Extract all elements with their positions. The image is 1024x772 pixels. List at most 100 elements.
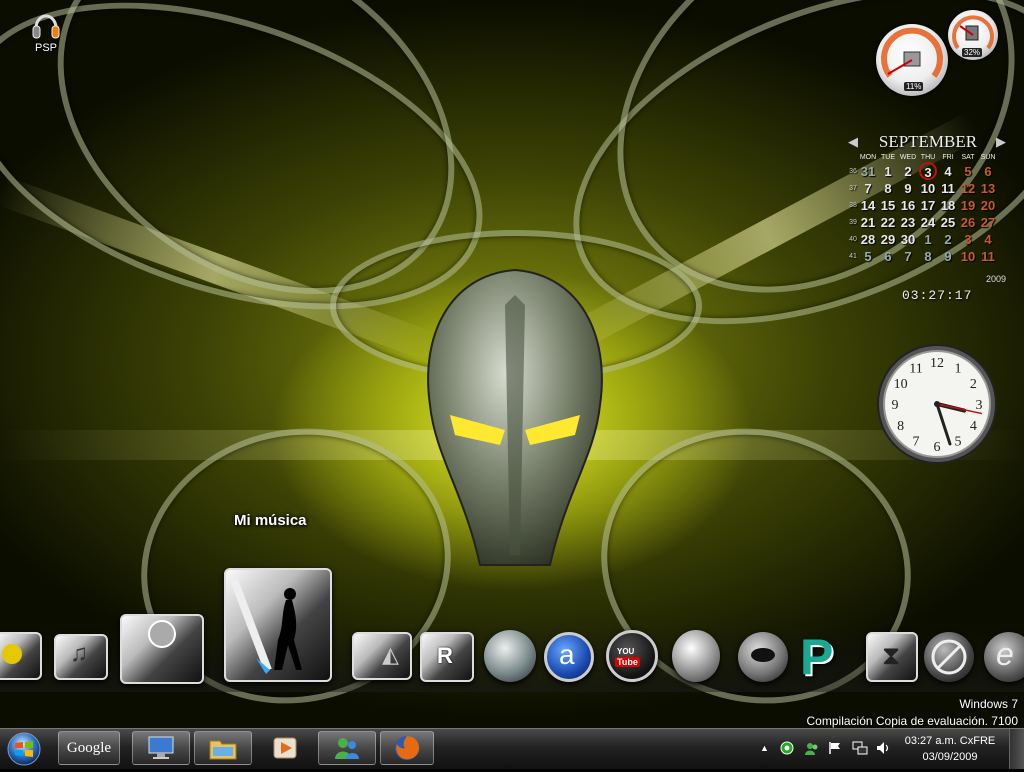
ram-percent: 32% — [962, 48, 983, 57]
calendar-day-today[interactable]: 3 — [918, 162, 938, 180]
weekday-label: TUE — [881, 154, 895, 161]
document-icon[interactable]: ◭ — [352, 632, 412, 680]
calendar-day[interactable]: 29 — [878, 231, 898, 248]
calendar-day[interactable]: 9 — [938, 248, 958, 265]
network-icon[interactable] — [852, 741, 868, 758]
calendar-day[interactable]: 5 — [858, 248, 878, 265]
ram-gauge: 32% — [948, 10, 998, 60]
show-desktop-button[interactable] — [1009, 729, 1024, 769]
weekday-label: SAT — [961, 154, 975, 161]
dock-hover-label: Mi música — [234, 512, 307, 529]
my-music-icon[interactable] — [224, 568, 332, 682]
calendar-day[interactable]: 19 — [958, 197, 978, 214]
calendar-day[interactable]: 1 — [878, 163, 898, 180]
firefox-icon — [381, 732, 433, 764]
calendar-day[interactable]: 2 — [898, 163, 918, 180]
calendar-day[interactable]: 12 — [958, 180, 978, 197]
app-tile-icon[interactable] — [0, 632, 42, 680]
calendar-day[interactable]: 8 — [918, 248, 938, 265]
music-note-icon[interactable]: ♫ — [54, 634, 108, 680]
clock-numeral: 9 — [892, 398, 899, 413]
week-number: 36 — [849, 168, 857, 175]
calendar-day[interactable]: 17 — [918, 197, 938, 214]
calendar-day[interactable]: 21 — [858, 214, 878, 231]
calendar-day[interactable]: 11 — [938, 180, 958, 197]
calendar-day[interactable]: 9 — [898, 180, 918, 197]
calendar-gadget[interactable]: ◀ SEPTEMBER ▶ MON TUE WED THU FRI SAT SU… — [846, 130, 1016, 303]
calendar-day[interactable]: 7 — [858, 180, 878, 197]
a-circle-icon[interactable]: a — [544, 632, 594, 682]
calendar-day[interactable]: 6 — [978, 163, 998, 180]
cpu-meter-gadget[interactable]: 11% 32% — [872, 10, 1002, 102]
calendar-day[interactable]: 28 — [858, 231, 878, 248]
r-logo-icon[interactable]: R — [420, 632, 474, 682]
calendar-day[interactable]: 2 — [938, 231, 958, 248]
ie-browser-icon[interactable]: e — [984, 632, 1024, 682]
calendar-day[interactable]: 23 — [898, 214, 918, 231]
hourglass-icon[interactable]: ⧗ — [866, 632, 918, 682]
next-month-arrow-icon[interactable]: ▶ — [996, 134, 1006, 150]
remote-desktop-button[interactable] — [132, 731, 190, 765]
media-player-button[interactable] — [256, 731, 314, 765]
globe-network-icon[interactable] — [484, 630, 536, 682]
explorer-button[interactable] — [194, 731, 252, 765]
calendar-day[interactable]: 30 — [898, 231, 918, 248]
calendar-day[interactable]: 4 — [938, 163, 958, 180]
headphones-icon — [31, 8, 61, 42]
circle-app-icon[interactable] — [780, 741, 794, 758]
calendar-day[interactable]: 26 — [958, 214, 978, 231]
clock-numeral: 11 — [909, 362, 922, 377]
calendar-day[interactable]: 7 — [898, 248, 918, 265]
weekday-label: MON — [859, 154, 877, 161]
calendar-day[interactable]: 5 — [958, 163, 978, 180]
explorer-folder-icon — [195, 732, 251, 764]
cpu-needle — [887, 59, 913, 75]
clock-numeral: 8 — [897, 419, 904, 434]
action-center-flag-icon[interactable] — [828, 741, 842, 758]
week-number: 38 — [849, 202, 857, 209]
calendar-day[interactable]: 27 — [978, 214, 998, 231]
calendar-day[interactable]: 22 — [878, 214, 898, 231]
week-number: 41 — [849, 253, 857, 260]
taskbar-date: 03/09/2009 — [922, 751, 978, 763]
analog-clock-gadget[interactable]: 12 1 2 3 4 5 6 7 8 9 10 11 — [876, 343, 998, 465]
clock-numeral: 5 — [955, 434, 962, 449]
swirl-icon[interactable] — [672, 630, 720, 682]
build-watermark: Windows 7 Compilación Copia de evaluació… — [807, 696, 1018, 730]
taskbar-clock[interactable]: 03:27 a.m. CxFRE 03/09/2009 — [900, 733, 1000, 765]
messenger-tray-icon[interactable] — [804, 741, 820, 758]
desktop-icon-psp[interactable]: PSP — [24, 8, 68, 54]
calendar-day[interactable]: 4 — [978, 231, 998, 248]
calendar-day[interactable]: 10 — [918, 180, 938, 197]
show-hidden-icon[interactable]: ▲ — [760, 743, 769, 753]
google-button[interactable]: Google — [58, 731, 120, 765]
calendar-day[interactable]: 11 — [978, 248, 998, 265]
biomech-mask-artwork — [427, 268, 603, 566]
calendar-day[interactable]: 6 — [878, 248, 898, 265]
calendar-day[interactable]: 20 — [978, 197, 998, 214]
calendar-day[interactable]: 31 — [858, 163, 878, 180]
calendar-day[interactable]: 15 — [878, 197, 898, 214]
clock-numeral: 1 — [955, 362, 962, 377]
calendar-day[interactable]: 13 — [978, 180, 998, 197]
calendar-day[interactable]: 10 — [958, 248, 978, 265]
volume-icon[interactable] — [876, 741, 892, 758]
messenger-button[interactable] — [318, 731, 376, 765]
start-button[interactable] — [4, 731, 44, 767]
no-sign-icon[interactable] — [924, 632, 974, 682]
windows-live-messenger-icon — [319, 732, 375, 764]
clock-numeral: 6 — [934, 440, 941, 455]
alien-icon[interactable] — [738, 632, 788, 682]
firefox-button[interactable] — [380, 731, 434, 765]
calendar-day[interactable]: 3 — [958, 231, 978, 248]
p-logo-icon[interactable]: P — [800, 632, 856, 682]
user-folder-icon[interactable] — [120, 614, 204, 684]
calendar-day[interactable]: 18 — [938, 197, 958, 214]
youtube-icon[interactable]: YOU Tube — [606, 630, 658, 682]
calendar-day[interactable]: 14 — [858, 197, 878, 214]
calendar-day[interactable]: 8 — [878, 180, 898, 197]
calendar-day[interactable]: 16 — [898, 197, 918, 214]
calendar-day[interactable]: 24 — [918, 214, 938, 231]
calendar-day[interactable]: 25 — [938, 214, 958, 231]
calendar-day[interactable]: 1 — [918, 231, 938, 248]
